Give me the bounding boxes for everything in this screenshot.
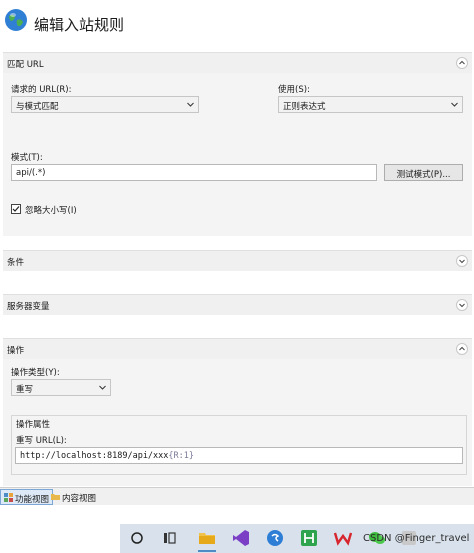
ignore-case-label: 忽略大小写(I) bbox=[25, 206, 77, 216]
tab-content-view-label: 内容视图 bbox=[62, 494, 97, 504]
view-tab-bar: 功能视图 内容视图 bbox=[0, 487, 474, 505]
folder-icon bbox=[51, 494, 60, 500]
server-variables-section: 服务器变量 bbox=[3, 294, 472, 315]
checkmark-icon bbox=[12, 206, 20, 212]
server-variables-title: 服务器变量 bbox=[7, 302, 50, 312]
pattern-label: 模式(T): bbox=[11, 153, 43, 163]
action-type-label: 操作类型(Y): bbox=[11, 368, 60, 378]
chevron-down-icon bbox=[451, 102, 458, 107]
action-type-value: 重写 bbox=[16, 385, 34, 395]
active-app-indicator bbox=[198, 550, 216, 552]
visual-studio-icon[interactable] bbox=[232, 529, 250, 547]
chevron-up-icon[interactable] bbox=[456, 57, 468, 69]
rewrite-url-value: http://localhost:8189/api/xxx bbox=[20, 451, 169, 461]
wps-icon[interactable] bbox=[334, 529, 352, 547]
requested-url-label: 请求的 URL(R): bbox=[11, 85, 72, 95]
hbuilder-icon[interactable] bbox=[300, 529, 318, 547]
conditions-section: 条件 bbox=[3, 250, 472, 271]
server-variables-header[interactable]: 服务器变量 bbox=[3, 295, 472, 315]
using-select[interactable]: 正则表达式 bbox=[278, 96, 463, 113]
action-section: 操作 操作类型(Y): 重写 操作属性 重写 URL(L): http://lo… bbox=[3, 338, 472, 486]
sogou-icon[interactable] bbox=[266, 529, 284, 547]
chevron-down-icon[interactable] bbox=[456, 299, 468, 311]
task-view-icon[interactable] bbox=[160, 529, 178, 547]
dialog-header: 编辑入站规则 bbox=[0, 0, 474, 50]
chevron-down-icon bbox=[187, 102, 194, 107]
search-circle-icon[interactable] bbox=[128, 529, 146, 547]
chevron-down-icon bbox=[99, 385, 106, 390]
tab-features-view[interactable]: 功能视图 bbox=[0, 489, 54, 505]
conditions-header[interactable]: 条件 bbox=[3, 251, 472, 271]
action-header[interactable]: 操作 bbox=[3, 339, 472, 359]
action-properties-group: 操作属性 重写 URL(L): http://localhost:8189/ap… bbox=[11, 415, 467, 475]
using-label: 使用(S): bbox=[278, 85, 310, 95]
action-properties-legend: 操作属性 bbox=[16, 420, 51, 430]
file-explorer-icon[interactable] bbox=[198, 529, 216, 547]
using-value: 正则表达式 bbox=[283, 102, 326, 112]
tab-content-view[interactable]: 内容视图 bbox=[48, 489, 99, 505]
action-title: 操作 bbox=[7, 346, 25, 356]
watermark-text: CSDN @Finger_travel bbox=[363, 533, 470, 544]
pattern-input[interactable]: api/(.*) bbox=[11, 164, 377, 181]
conditions-title: 条件 bbox=[7, 258, 25, 268]
chevron-down-icon[interactable] bbox=[456, 255, 468, 267]
tab-features-view-label: 功能视图 bbox=[15, 495, 50, 505]
requested-url-select[interactable]: 与模式匹配 bbox=[11, 96, 199, 113]
ignore-case-checkbox[interactable] bbox=[11, 204, 21, 214]
rewrite-url-input[interactable]: http://localhost:8189/api/xxx{R:1} bbox=[15, 447, 463, 464]
match-url-section: 匹配 URL 请求的 URL(R): 与模式匹配 使用(S): 正则表达式 模式… bbox=[3, 52, 472, 236]
match-url-header[interactable]: 匹配 URL bbox=[3, 53, 472, 73]
page-title: 编辑入站规则 bbox=[34, 16, 125, 34]
action-type-select[interactable]: 重写 bbox=[11, 379, 111, 396]
grid-icon bbox=[4, 493, 13, 502]
globe-icon bbox=[5, 9, 27, 31]
rewrite-url-suffix: {R:1} bbox=[168, 451, 194, 461]
chevron-up-icon[interactable] bbox=[456, 343, 468, 355]
rewrite-url-label: 重写 URL(L): bbox=[16, 436, 67, 446]
test-pattern-button[interactable]: 测试模式(P)... bbox=[384, 164, 463, 181]
match-url-title: 匹配 URL bbox=[7, 60, 44, 70]
requested-url-value: 与模式匹配 bbox=[16, 102, 59, 112]
